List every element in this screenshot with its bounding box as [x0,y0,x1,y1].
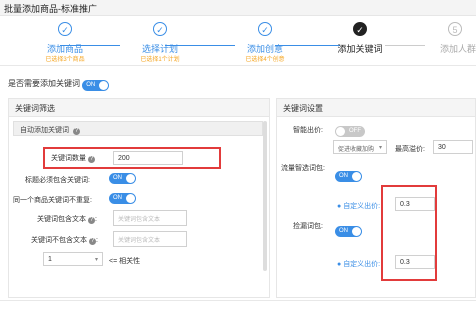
step-label: 添加人群 [440,44,476,54]
exclude-text-label: 关键词不包含文本 [31,237,87,244]
custom-bid-label: 自定义出价: [343,203,381,210]
add-keywords-toggle[interactable]: ON [82,80,110,91]
panel-title: 关键词设置 [277,99,475,117]
add-keywords-question: 是否需要添加关键词 ON [8,78,110,91]
must-include-label: 标题必须包含关键词: [25,177,90,184]
check-icon: ✓ [58,22,72,36]
include-text-label: 关键词包含文本 [37,216,86,223]
auto-add-label: 自动添加关键词 [20,127,69,134]
pick-leak-toggle[interactable]: ON [335,226,362,237]
relevance-label: <= 相关性 [109,258,141,265]
step-sub: 已选择3个商品 [45,57,85,63]
no-repeat-label: 同一个商品关键词不重复: [13,197,92,204]
chevron-down-icon: ▾ [94,257,98,263]
add-keywords-label: 是否需要添加关键词 [8,79,80,88]
smart-bid-toggle[interactable]: OFF [335,126,365,137]
exclude-text-input[interactable]: 关键词包含文本 [113,231,187,247]
keyword-settings-panel: 关键词设置 智能出价: OFF 促进收藏加购 ▾ 最高溢价: 30 流量智选词包… [276,98,476,298]
max-premium-input[interactable]: 30 [433,140,473,154]
relevance-select[interactable]: 1 ▾ [43,252,103,266]
exclude-text-row: 关键词不包含文本?: [31,237,98,245]
relevance-value: 1 [48,256,52,263]
chevron-down-icon: ▾ [378,145,382,151]
auto-add-section: 自动添加关键词 ? [13,121,263,136]
panel-title: 关键词筛选 [9,99,269,117]
wizard-steps: ✓ 添加商品 已选择3个商品 ✓ 选择计划 已选择1个计划 ✓ 添加创意 已选择… [0,16,476,66]
promote-select-value: 促进收藏加购 [338,147,375,153]
step-sub: 已选择1个计划 [140,57,180,63]
include-text-input[interactable]: 关键词包含文本 [113,210,187,226]
custom-bid-row-1: ● 自定义出价: [337,203,381,210]
footer-bar [0,300,476,330]
step-number: 5 [448,22,462,36]
step-label: 添加关键词 [337,44,383,54]
highlight-box [381,185,437,281]
traffic-toggle[interactable]: ON [335,171,362,182]
promote-select[interactable]: 促进收藏加购 ▾ [333,140,387,154]
no-repeat-toggle[interactable]: ON [109,193,136,204]
custom-bid-row-2: ● 自定义出价: [337,261,381,268]
help-icon[interactable]: ? [72,128,80,135]
window-titlebar: 批量添加商品-标准推广 [0,0,476,16]
window-title: 批量添加商品-标准推广 [4,4,97,14]
must-include-toggle[interactable]: ON [109,173,136,184]
pick-leak-label: 捡漏词包: [293,223,323,230]
step-sub: 已选择4个创意 [245,57,285,63]
check-icon: ✓ [153,22,167,36]
check-icon: ✓ [258,22,272,36]
keyword-filter-panel: 关键词筛选 自动添加关键词 ? 关键词数量? 200 标题必须包含关键词: ON… [8,98,270,298]
highlight-box [43,147,221,169]
include-text-row: 关键词包含文本?: [37,216,97,224]
traffic-label: 流量智选词包: [281,165,325,172]
smart-bid-label: 智能出价: [293,127,323,134]
check-icon: ✓ [353,22,367,36]
help-icon[interactable]: ? [89,238,96,245]
custom-bid-label: 自定义出价: [343,261,381,268]
max-premium-label: 最高溢价: [395,146,425,153]
scrollbar[interactable] [263,121,267,271]
help-icon[interactable]: ? [88,217,95,224]
